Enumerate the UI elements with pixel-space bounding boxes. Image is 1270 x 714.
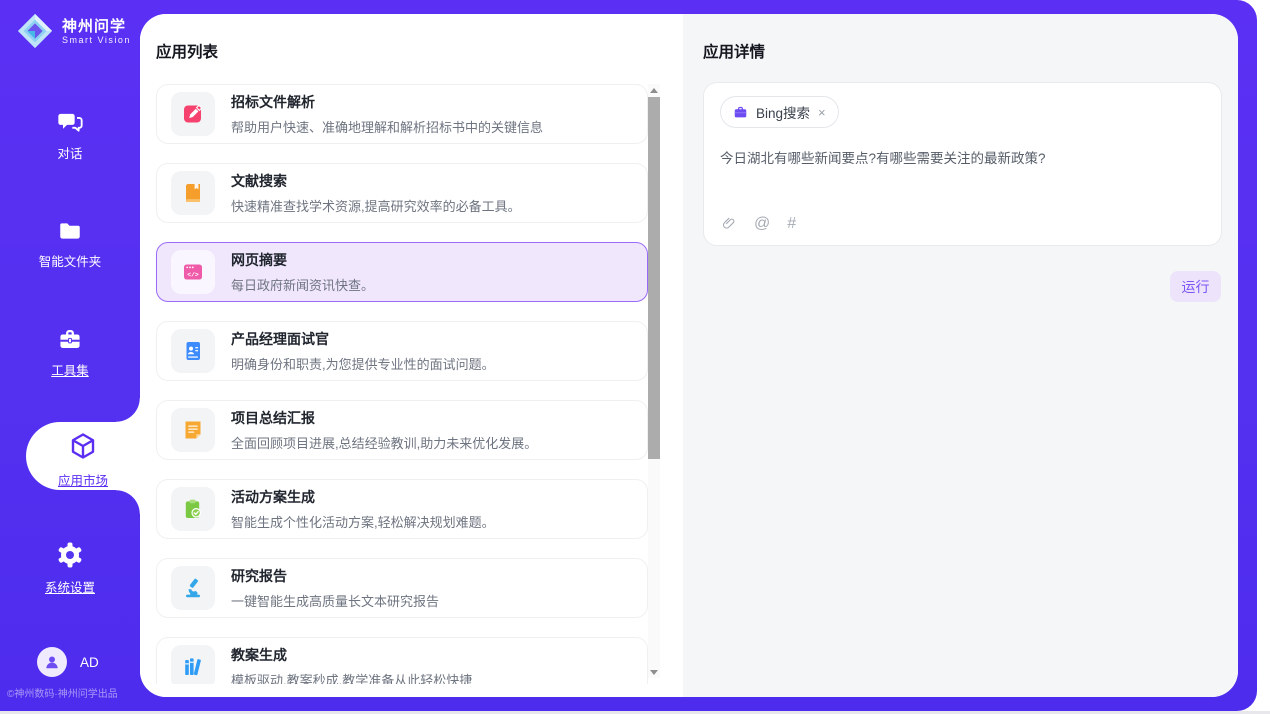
- app-list-panel: 应用列表 招标文件解析 帮助用户快速、准确地理解和解析招标书: [140, 14, 683, 697]
- chat-icon: [55, 108, 85, 136]
- app-list: 招标文件解析 帮助用户快速、准确地理解和解析招标书中的关键信息: [156, 84, 648, 684]
- app-description: 快速精准查找学术资源,提高研究效率的必备工具。: [231, 196, 521, 215]
- sidebar-item-label: 智能文件夹: [0, 251, 140, 270]
- tag-close-icon[interactable]: ×: [818, 105, 826, 120]
- brand-logo: 神州问学 Smart Vision: [16, 12, 131, 50]
- tool-tag-bing-search[interactable]: Bing搜索 ×: [720, 96, 839, 128]
- app-description: 明确身份和职责,为您提供专业性的面试问题。: [231, 354, 495, 373]
- clipboard-check-icon: [171, 487, 215, 531]
- cube-icon: [68, 431, 98, 461]
- window-frame: 神州问学 Smart Vision 对话 智能文件夹: [0, 0, 1257, 711]
- person-icon: [42, 652, 62, 672]
- app-card-research-report[interactable]: 研究报告 一键智能生成高质量长文本研究报告: [156, 558, 648, 618]
- app-card-text: 文献搜索 快速精准查找学术资源,提高研究效率的必备工具。: [231, 171, 521, 215]
- app-title: 网页摘要: [231, 250, 374, 270]
- app-detail-title: 应用详情: [703, 40, 765, 62]
- list-scrollbar: [648, 84, 660, 678]
- sidebar: 神州问学 Smart Vision 对话 智能文件夹: [0, 0, 140, 711]
- app-card-bid-document-parse[interactable]: 招标文件解析 帮助用户快速、准确地理解和解析招标书中的关键信息: [156, 84, 648, 144]
- sidebar-item-label: 工具集: [0, 360, 140, 379]
- note-icon: [171, 408, 215, 452]
- sidebar-item-label: 对话: [0, 143, 140, 162]
- person-document-icon: [171, 329, 215, 373]
- folder-icon: [55, 218, 85, 244]
- app-card-text: 教案生成 模板驱动,教案秒成,教学准备从此轻松快捷: [231, 645, 472, 684]
- app-card-text: 项目总结汇报 全面回顾项目进展,总结经验教训,助力未来优化发展。: [231, 408, 537, 452]
- sidebar-item-chat[interactable]: 对话: [0, 108, 140, 162]
- diamond-logo-icon: [16, 12, 54, 50]
- sidebar-item-label: 系统设置: [0, 577, 140, 596]
- app-card-text: 产品经理面试官 明确身份和职责,为您提供专业性的面试问题。: [231, 329, 495, 373]
- app-card-text: 招标文件解析 帮助用户快速、准确地理解和解析招标书中的关键信息: [231, 92, 543, 136]
- avatar[interactable]: [37, 647, 67, 677]
- sidebar-item-settings[interactable]: 系统设置: [0, 540, 140, 596]
- app-description: 全面回顾项目进展,总结经验教训,助力未来优化发展。: [231, 433, 537, 452]
- microscope-icon: [171, 566, 215, 610]
- brand-text: 神州问学 Smart Vision: [62, 18, 131, 45]
- run-button[interactable]: 运行: [1170, 271, 1221, 302]
- scrollbar-down-arrow[interactable]: [648, 666, 660, 678]
- scrollbar-thumb[interactable]: [648, 97, 660, 459]
- app-card-text: 研究报告 一键智能生成高质量长文本研究报告: [231, 566, 439, 610]
- tool-tag-label: Bing搜索: [756, 102, 810, 122]
- sidebar-item-app-market[interactable]: 应用市场: [26, 422, 140, 490]
- book-icon: [171, 171, 215, 215]
- browser-code-icon: </>: [171, 250, 215, 294]
- app-card-project-summary-report[interactable]: 项目总结汇报 全面回顾项目进展,总结经验教训,助力未来优化发展。: [156, 400, 648, 460]
- app-card-webpage-summary[interactable]: </> 网页摘要 每日政府新闻资讯快查。: [156, 242, 648, 302]
- app-card-text: 网页摘要 每日政府新闻资讯快查。: [231, 250, 374, 294]
- sidebar-item-label: 应用市场: [26, 470, 140, 489]
- app-screen: 神州问学 Smart Vision 对话 智能文件夹: [0, 0, 1270, 714]
- content-area: 应用列表 招标文件解析 帮助用户快速、准确地理解和解析招标书: [140, 14, 1238, 697]
- app-card-event-plan-generator[interactable]: 活动方案生成 智能生成个性化活动方案,轻松解决规划难题。: [156, 479, 648, 539]
- app-card-pm-interviewer[interactable]: 产品经理面试官 明确身份和职责,为您提供专业性的面试问题。: [156, 321, 648, 381]
- scrollbar-up-arrow[interactable]: [648, 84, 660, 96]
- app-detail-panel: 应用详情 Bing搜索 × 今日湖北有哪些新闻要点?有哪些需要关注的最新政策?: [683, 14, 1238, 697]
- query-input[interactable]: 今日湖北有哪些新闻要点?有哪些需要关注的最新政策?: [720, 149, 1205, 168]
- sidebar-item-toolset[interactable]: 工具集: [0, 326, 140, 379]
- attachment-toolbar: @ #: [721, 215, 796, 232]
- app-list-title: 应用列表: [156, 40, 218, 62]
- app-title: 文献搜索: [231, 171, 521, 191]
- toolbox-icon: [55, 326, 85, 353]
- user-row: AD: [37, 647, 99, 677]
- mention-icon[interactable]: @: [754, 216, 770, 232]
- briefcase-icon: [733, 105, 748, 120]
- app-description: 帮助用户快速、准确地理解和解析招标书中的关键信息: [231, 117, 543, 136]
- sidebar-item-smart-folder[interactable]: 智能文件夹: [0, 218, 140, 270]
- books-icon: [171, 645, 215, 684]
- app-card-text: 活动方案生成 智能生成个性化活动方案,轻松解决规划难题。: [231, 487, 495, 531]
- app-title: 教案生成: [231, 645, 472, 665]
- paperclip-icon[interactable]: [721, 215, 737, 232]
- app-title: 活动方案生成: [231, 487, 495, 507]
- brand-subtitle: Smart Vision: [62, 35, 131, 45]
- pen-document-icon: [171, 92, 215, 136]
- app-description: 每日政府新闻资讯快查。: [231, 275, 374, 294]
- user-initials: AD: [80, 655, 99, 670]
- app-title: 产品经理面试官: [231, 329, 495, 349]
- gear-icon: [55, 540, 85, 570]
- brand-name: 神州问学: [62, 18, 131, 35]
- hashtag-icon[interactable]: #: [787, 216, 796, 232]
- svg-text:</>: </>: [187, 272, 199, 279]
- app-description: 一键智能生成高质量长文本研究报告: [231, 591, 439, 610]
- app-title: 研究报告: [231, 566, 439, 586]
- app-card-lesson-plan-generator[interactable]: 教案生成 模板驱动,教案秒成,教学准备从此轻松快捷: [156, 637, 648, 684]
- app-card-literature-search[interactable]: 文献搜索 快速精准查找学术资源,提高研究效率的必备工具。: [156, 163, 648, 223]
- app-description: 智能生成个性化活动方案,轻松解决规划难题。: [231, 512, 495, 531]
- query-card[interactable]: Bing搜索 × 今日湖北有哪些新闻要点?有哪些需要关注的最新政策? @ #: [703, 82, 1222, 246]
- app-title: 项目总结汇报: [231, 408, 537, 428]
- app-description: 模板驱动,教案秒成,教学准备从此轻松快捷: [231, 670, 472, 684]
- app-title: 招标文件解析: [231, 92, 543, 112]
- copyright-text: ©神州数码·神州问学出品: [7, 685, 137, 700]
